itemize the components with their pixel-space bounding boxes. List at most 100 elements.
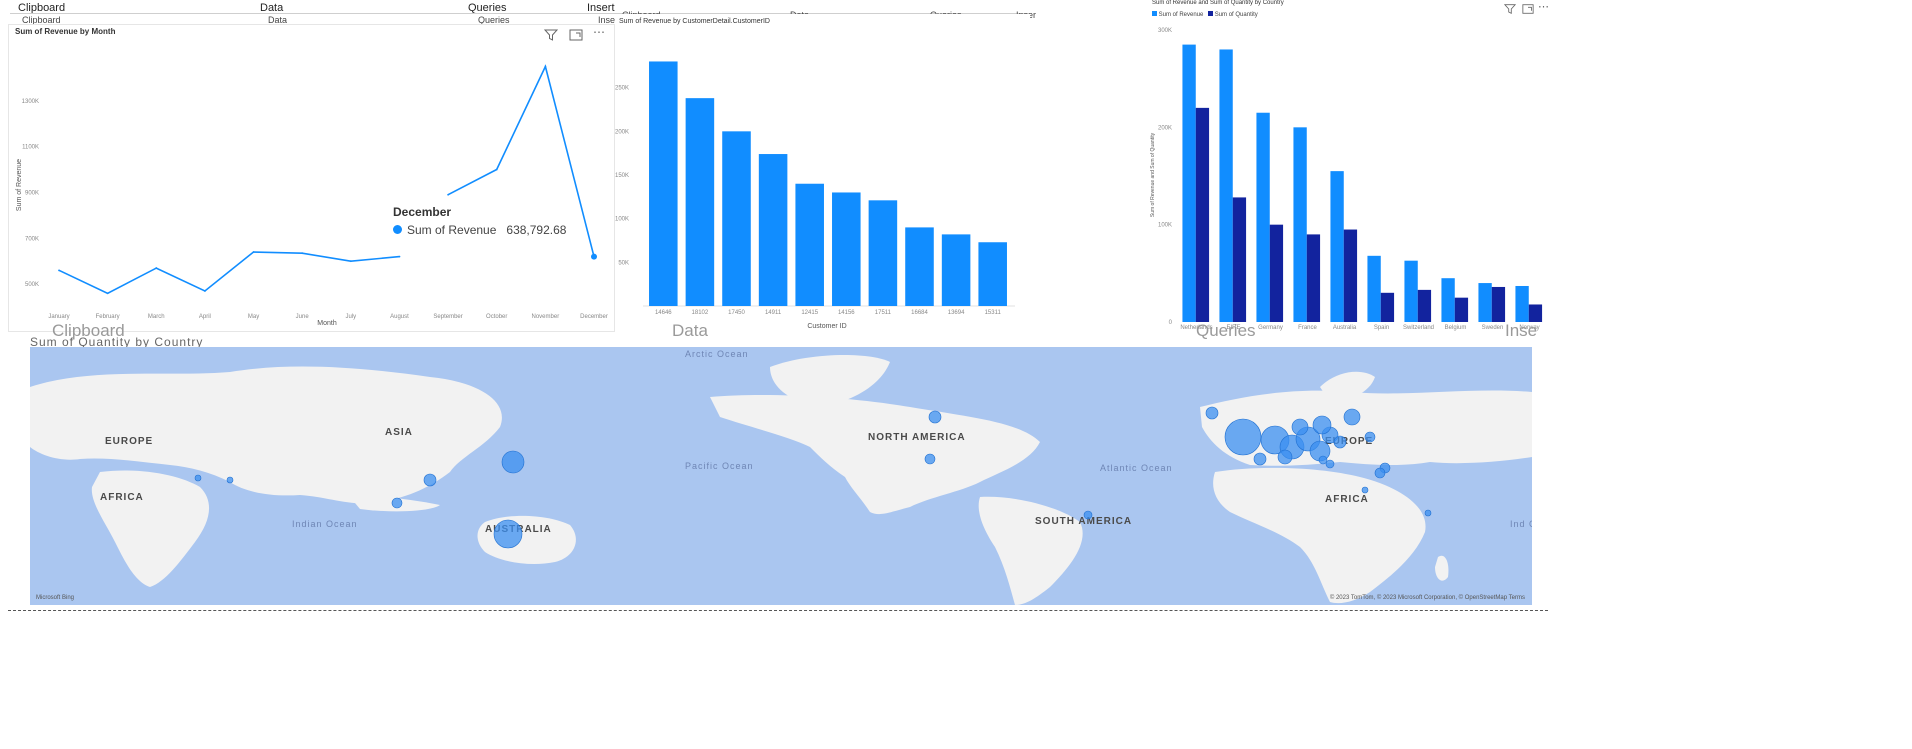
bar [1367, 255, 1381, 322]
combo-chart-visual[interactable]: Sum of Revenue and Sum of Quantity by Co… [1148, 0, 1554, 332]
label-europe-left: EUROPE [105, 436, 153, 447]
bubble [194, 474, 202, 482]
line-point [495, 168, 498, 171]
chart-tooltip: December Sum of Revenue 638,792.68 [393, 205, 593, 237]
line-chart-xlabel: Month [317, 320, 337, 327]
label-africa-right: AFRICA [1325, 494, 1369, 505]
line-point [398, 255, 401, 258]
x-tick-label: France [1298, 325, 1317, 331]
label-atlantic-ocean: Atlantic Ocean [1100, 463, 1173, 473]
line-point [252, 251, 255, 253]
bar [1256, 112, 1270, 322]
bubble [1083, 510, 1093, 520]
x-tick-label: Australia [1333, 325, 1357, 331]
label-arctic-ocean: Arctic Ocean [685, 349, 749, 359]
bubble [1312, 415, 1332, 435]
bar [868, 200, 898, 306]
x-tick-label: January [48, 314, 69, 320]
x-tick-label: Sweden [1482, 325, 1504, 331]
y-tick-label: 900K [25, 190, 39, 196]
line-chart-visual[interactable]: Sum of Revenue by Month ⋯ Sum of Revenue… [8, 24, 615, 332]
label-north-america: NORTH AMERICA [868, 432, 966, 443]
bar [1454, 297, 1469, 322]
x-tick-label: April [199, 314, 211, 320]
bubble [928, 410, 942, 424]
bubble [1325, 459, 1335, 469]
map-visual[interactable]: Sum of Quantity by Country EUROPE ASIA A… [8, 335, 1548, 611]
bubble [226, 476, 234, 484]
bubble [1333, 435, 1347, 449]
y-tick-label: 100K [615, 217, 629, 223]
bubble [493, 519, 523, 549]
x-tick-label: June [296, 314, 310, 320]
x-tick-label: 14646 [655, 310, 672, 316]
bar [1478, 283, 1492, 322]
x-tick-label: 15311 [985, 310, 1002, 316]
x-tick-label: May [248, 314, 259, 320]
attribution-right: © 2023 TomTom, © 2023 Microsoft Corporat… [1330, 594, 1525, 601]
y-tick-label: 1100K [22, 145, 39, 151]
bar [1404, 260, 1418, 322]
y-tick-label: 50K [618, 260, 629, 266]
line-point [58, 269, 60, 272]
x-tick-label: 12415 [801, 310, 818, 316]
bar [1219, 49, 1233, 322]
tooltip-label: Sum of Revenue [407, 223, 497, 237]
label-indian-ocean-right: Ind Oce [1510, 519, 1532, 529]
y-tick-label: 700K [25, 236, 39, 242]
label-asia: ASIA [385, 427, 413, 438]
bar [1306, 234, 1321, 322]
bar [941, 234, 971, 306]
x-tick-label: 16684 [911, 310, 928, 316]
label-indian-ocean-left: Indian Ocean [292, 519, 358, 529]
bar [1269, 224, 1284, 322]
x-tick-label: December [580, 314, 608, 320]
bar [758, 154, 788, 306]
line-point [544, 65, 547, 68]
bubble [1224, 418, 1262, 456]
bar [795, 183, 824, 306]
combo-chart-svg: Sum of Revenue and Sum of Quantity 0 100K… [1150, 28, 1543, 331]
bar [1491, 286, 1506, 322]
line-point [447, 193, 449, 196]
map-canvas[interactable]: EUROPE ASIA AFRICA AUSTRALIA NORTH AMERI… [30, 347, 1532, 605]
bubble [1343, 408, 1361, 426]
tooltip-swatch [393, 225, 402, 234]
x-tick-label: August [390, 314, 409, 320]
x-tick-label: 17450 [728, 310, 745, 316]
x-tick-label: November [532, 314, 560, 320]
line-series-segment [58, 251, 400, 295]
y-tick-label: 150K [615, 173, 629, 179]
x-tick-label: July [345, 314, 356, 320]
bar [1515, 285, 1529, 322]
bar [832, 192, 861, 306]
label-south-america: SOUTH AMERICA [1035, 516, 1132, 527]
x-tick-label: 13694 [948, 310, 965, 316]
y-tick-label: 0 [1169, 320, 1173, 326]
line-point [155, 267, 158, 269]
bar [1232, 197, 1247, 322]
bubble [1424, 509, 1432, 517]
line-point [301, 252, 304, 255]
bubble [391, 497, 403, 509]
bubble [1318, 455, 1328, 465]
x-tick-label: March [148, 314, 165, 320]
label-pacific-ocean: Pacific Ocean [685, 461, 754, 471]
bar [1417, 289, 1432, 322]
y-tick-label: 200K [615, 129, 629, 135]
line-point [106, 292, 109, 295]
bar [1380, 292, 1395, 322]
bubble [1364, 431, 1376, 443]
x-tick-label: February [96, 314, 120, 320]
line-chart-ylabel: Sum of Revenue [16, 159, 23, 211]
bar [1330, 171, 1344, 322]
line-point [204, 290, 206, 292]
bar [978, 242, 1007, 306]
bubble [1253, 452, 1267, 466]
bar [1293, 127, 1307, 322]
x-tick-label: Switzerland [1403, 325, 1434, 331]
bubble [1374, 467, 1386, 479]
tooltip-value: 638,792.68 [506, 223, 567, 237]
bar-chart-visual[interactable]: Sum of Revenue by CustomerDetail.Custome… [615, 14, 1030, 330]
y-tick-label: 500K [25, 282, 39, 288]
